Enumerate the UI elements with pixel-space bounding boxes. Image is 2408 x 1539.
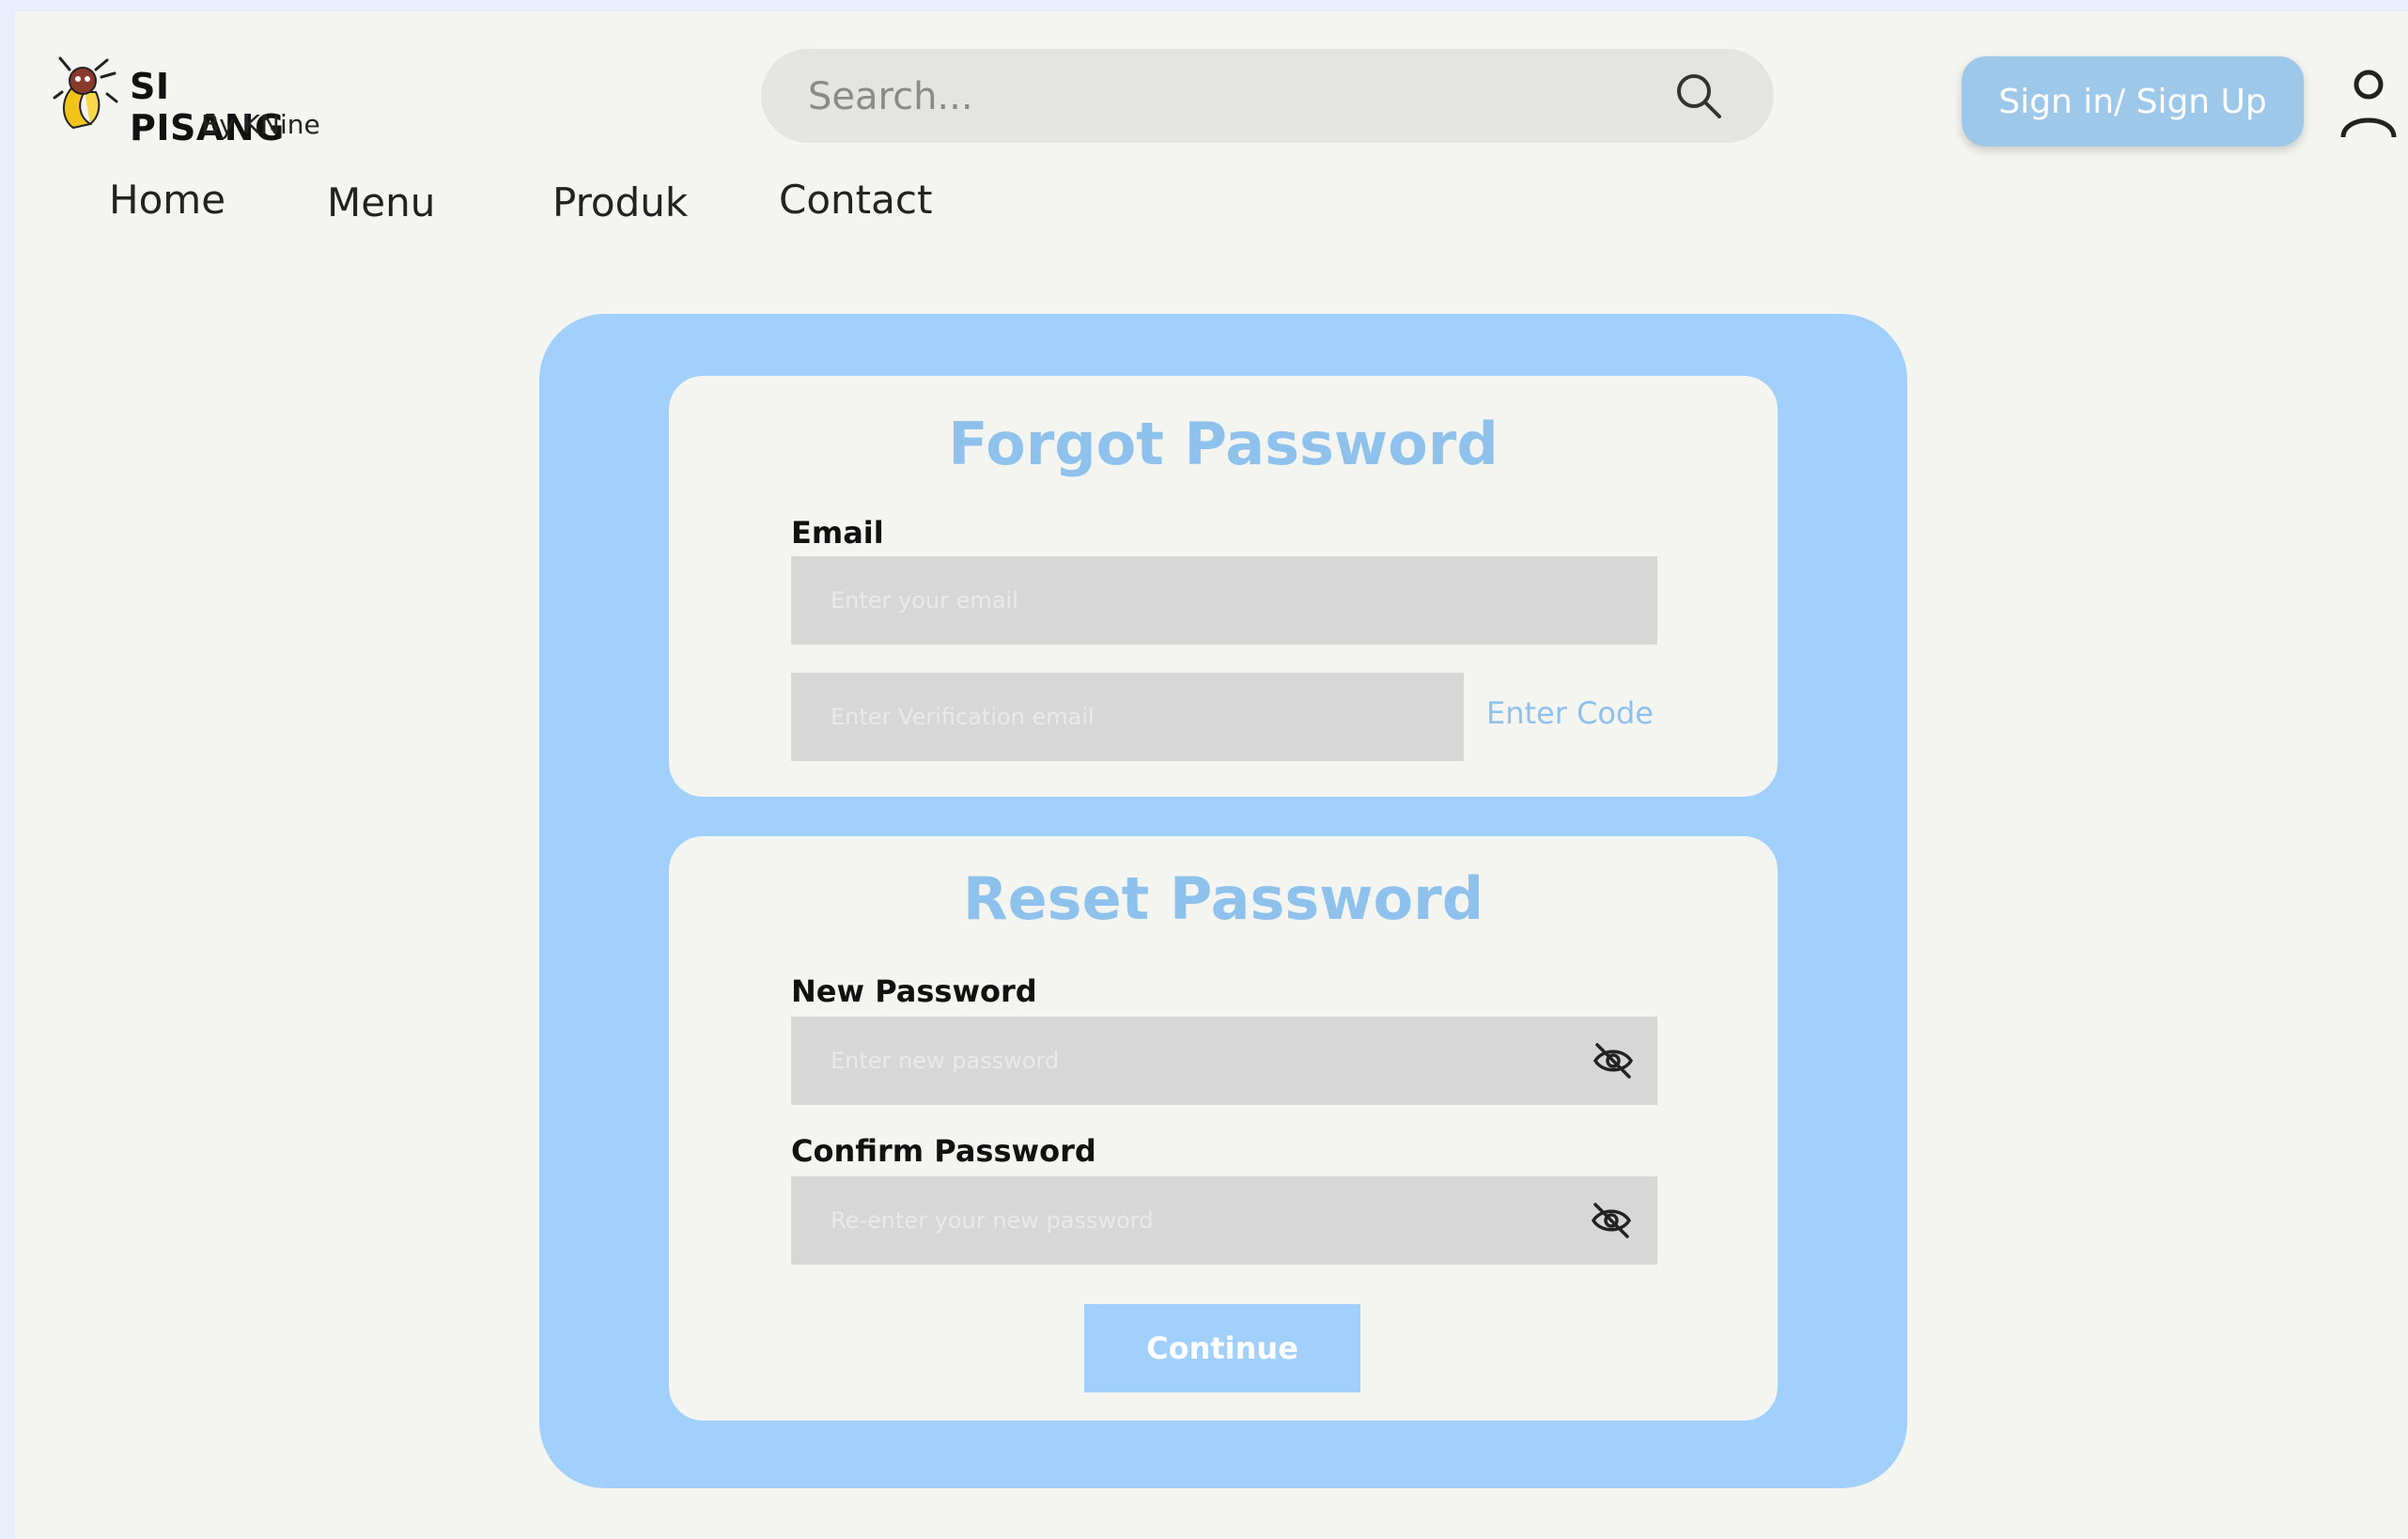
email-field[interactable] [791, 556, 1657, 645]
search-icon[interactable] [1672, 70, 1725, 122]
search-bar[interactable] [761, 49, 1774, 143]
email-label: Email [791, 515, 884, 551]
nav-menu[interactable]: Menu [327, 179, 435, 225]
nav-produk[interactable]: Produk [552, 179, 688, 225]
page: SI PISANG By KNine Sign in/ Sign Up Home… [15, 11, 2408, 1539]
sign-in-button[interactable]: Sign in/ Sign Up [1962, 56, 2304, 147]
brand-logo[interactable]: SI PISANG By KNine [53, 49, 334, 148]
forgot-password-card: Forgot Password Email Enter Code [669, 376, 1778, 797]
nav-contact[interactable]: Contact [779, 177, 932, 223]
eye-off-icon[interactable] [1592, 1039, 1635, 1082]
new-password-field[interactable] [791, 1017, 1657, 1105]
nav-home[interactable]: Home [109, 177, 225, 223]
enter-code-link[interactable]: Enter Code [1486, 695, 1654, 731]
verification-code-field[interactable] [791, 673, 1464, 761]
confirm-password-field[interactable] [791, 1176, 1657, 1265]
reset-password-title: Reset Password [962, 864, 1484, 933]
password-panel: Forgot Password Email Enter Code Reset P… [539, 314, 1907, 1488]
confirm-password-label: Confirm Password [791, 1133, 1096, 1169]
brand-subtitle: By KNine [201, 109, 320, 140]
eye-off-icon[interactable] [1590, 1199, 1633, 1242]
continue-button[interactable]: Continue [1084, 1304, 1360, 1392]
reset-password-card: Reset Password New Password Confirm Pass… [669, 836, 1778, 1421]
banana-logo-icon [53, 56, 118, 130]
search-input[interactable] [806, 70, 1655, 124]
forgot-password-title: Forgot Password [948, 410, 1499, 478]
new-password-label: New Password [791, 973, 1037, 1009]
user-icon[interactable] [2336, 66, 2401, 141]
